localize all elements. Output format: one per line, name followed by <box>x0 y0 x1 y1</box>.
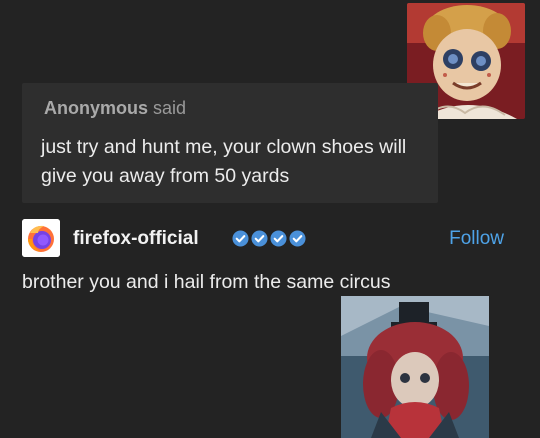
asker-name[interactable]: Anonymous <box>44 98 148 118</box>
ask-header: Anonymous said <box>44 98 186 119</box>
verified-check-icon <box>232 230 249 247</box>
verified-check-icon <box>251 230 268 247</box>
said-label: said <box>153 98 187 118</box>
ask-box: Anonymous said just try and hunt me, you… <box>22 83 438 203</box>
answer-header: firefox-official Follow <box>22 219 512 261</box>
ask-question: just try and hunt me, your clown shoes w… <box>41 136 407 187</box>
follow-button[interactable]: Follow <box>449 228 504 250</box>
answer-text: brother you and i hail from the same cir… <box>22 271 391 293</box>
verified-check-icon <box>270 230 287 247</box>
firefox-logo-icon[interactable] <box>22 219 60 257</box>
character-portrait-image <box>341 296 489 438</box>
verified-check-icon <box>289 230 306 247</box>
blog-name[interactable]: firefox-official <box>73 228 199 250</box>
badge-row <box>232 230 306 247</box>
